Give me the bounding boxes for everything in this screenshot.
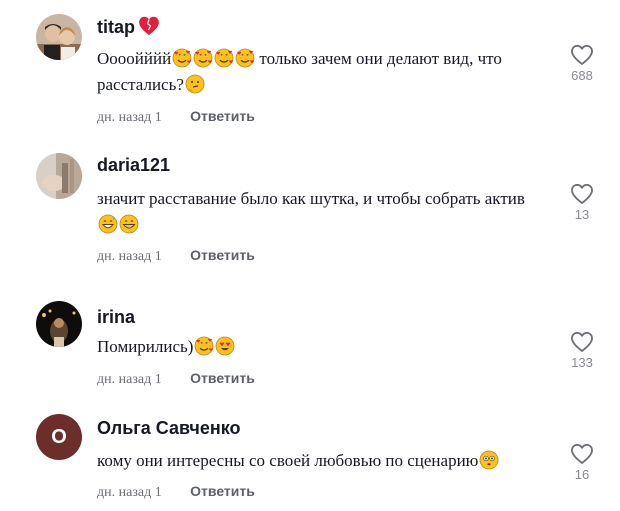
comment-time: дн. назад 1 xyxy=(97,485,162,500)
smiling-face-hearts-icon xyxy=(193,48,213,68)
grinning-sweat-icon xyxy=(98,214,118,234)
avatar-photo xyxy=(36,301,82,347)
comment-text: Оооойййй только зачем они делают вид, чт… xyxy=(97,46,537,98)
comment-text: значит расставание было как шутка, и что… xyxy=(97,186,537,238)
comment-meta: дн. назад 1 Ответить xyxy=(97,483,255,501)
username[interactable]: titap xyxy=(97,16,160,41)
like-heart-icon xyxy=(570,443,594,465)
reply-button[interactable]: Ответить xyxy=(190,108,255,124)
like-count: 13 xyxy=(574,207,590,222)
reply-button[interactable]: Ответить xyxy=(190,483,255,499)
avatar-titap[interactable] xyxy=(36,14,82,60)
avatar-daria121[interactable] xyxy=(36,153,82,199)
comment-text: кому они интересны со своей любовью по с… xyxy=(97,448,537,474)
grinning-face-icon xyxy=(119,214,139,234)
comment-text-main: значит расставание было как шутка, и что… xyxy=(97,189,525,208)
comment-time: дн. назад 1 xyxy=(97,249,162,264)
username[interactable]: irina xyxy=(97,307,135,328)
smiling-face-hearts-icon xyxy=(172,48,192,68)
comment-time: дн. назад 1 xyxy=(97,372,162,387)
smiling-face-hearts-icon xyxy=(235,48,255,68)
avatar-photo xyxy=(36,14,82,60)
like-count: 688 xyxy=(571,68,593,83)
avatar-letter[interactable]: O xyxy=(36,414,82,460)
like-button[interactable]: 688 xyxy=(560,44,604,83)
like-heart-icon xyxy=(570,183,594,205)
smiling-face-hearts-icon xyxy=(214,48,234,68)
like-button[interactable]: 16 xyxy=(560,443,604,482)
like-count: 16 xyxy=(574,467,590,482)
username[interactable]: Ольга Савченко xyxy=(97,418,240,439)
username[interactable]: daria121 xyxy=(97,155,170,176)
comment-meta: дн. назад 1 Ответить xyxy=(97,108,255,126)
avatar-irina[interactable] xyxy=(36,301,82,347)
like-count: 133 xyxy=(571,355,593,370)
heart-eyes-icon xyxy=(215,336,235,356)
comment-text-main: Помирились) xyxy=(97,337,194,356)
username-text: titap xyxy=(97,17,135,37)
comment-text: Помирились) xyxy=(97,334,537,360)
like-button[interactable]: 133 xyxy=(560,331,604,370)
like-heart-icon xyxy=(570,44,594,66)
comment-time: дн. назад 1 xyxy=(97,110,162,125)
comment-text-main: кому они интересны со своей любовью по с… xyxy=(97,451,479,470)
flushed-face-icon xyxy=(479,450,499,470)
reply-button[interactable]: Ответить xyxy=(190,370,255,386)
comment-meta: дн. назад 1 Ответить xyxy=(97,370,255,388)
comment-meta: дн. назад 1 Ответить xyxy=(97,247,255,265)
like-button[interactable]: 13 xyxy=(560,183,604,222)
comment-text-prefix: Оооойййй xyxy=(97,49,172,68)
broken-heart-icon xyxy=(138,16,160,41)
reply-button[interactable]: Ответить xyxy=(190,247,255,263)
like-heart-icon xyxy=(570,331,594,353)
thinking-face-icon xyxy=(185,74,205,94)
smiling-face-hearts-icon xyxy=(194,336,214,356)
avatar-photo xyxy=(36,153,82,199)
